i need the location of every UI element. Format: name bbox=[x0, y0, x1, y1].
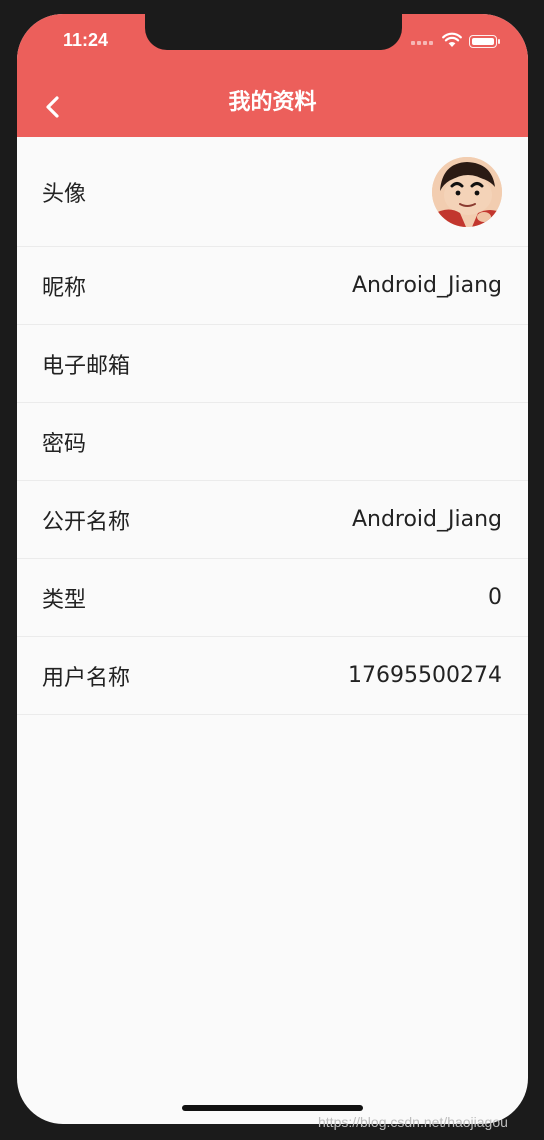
row-value: 17695500274 bbox=[348, 663, 502, 688]
profile-row-username[interactable]: 用户名称 17695500274 bbox=[17, 637, 528, 715]
home-indicator[interactable] bbox=[182, 1105, 363, 1111]
device-notch bbox=[145, 14, 402, 50]
profile-list: 头像 昵称 Android_Jiang 电子邮箱 密码 公开名称 Android… bbox=[17, 137, 528, 715]
status-time: 11:24 bbox=[63, 30, 109, 50]
row-label: 昵称 bbox=[42, 275, 87, 301]
row-value: Android_Jiang bbox=[351, 273, 502, 298]
row-value: Android_Jiang bbox=[351, 507, 502, 532]
row-label: 类型 bbox=[42, 587, 87, 613]
cellular-signal-icon bbox=[411, 41, 433, 45]
profile-row-public-name[interactable]: 公开名称 Android_Jiang bbox=[17, 481, 528, 559]
avatar[interactable] bbox=[432, 156, 502, 227]
row-value: 0 bbox=[488, 585, 502, 610]
profile-row-avatar[interactable]: 头像 bbox=[17, 137, 528, 247]
row-label: 头像 bbox=[42, 181, 87, 207]
wifi-icon bbox=[442, 32, 462, 47]
row-label: 用户名称 bbox=[42, 665, 131, 691]
profile-row-password[interactable]: 密码 bbox=[17, 403, 528, 481]
battery-icon bbox=[469, 35, 500, 48]
row-label: 密码 bbox=[42, 431, 87, 457]
profile-row-email[interactable]: 电子邮箱 bbox=[17, 325, 528, 403]
row-label: 公开名称 bbox=[42, 509, 131, 535]
page-title: 我的资料 bbox=[228, 90, 317, 115]
profile-row-type[interactable]: 类型 0 bbox=[17, 559, 528, 637]
watermark-text: https://blog.csdn.net/haojiagou bbox=[318, 1114, 508, 1130]
row-label: 电子邮箱 bbox=[42, 353, 131, 379]
app-bar: 我的资料 bbox=[17, 78, 528, 137]
phone-screen: 11:24 我的资料 头像 昵称 Android_Jiang 电子邮箱 密码 公… bbox=[17, 14, 528, 1124]
profile-row-nickname[interactable]: 昵称 Android_Jiang bbox=[17, 247, 528, 325]
avatar-image bbox=[432, 156, 502, 227]
status-bar: 11:24 bbox=[17, 14, 528, 78]
